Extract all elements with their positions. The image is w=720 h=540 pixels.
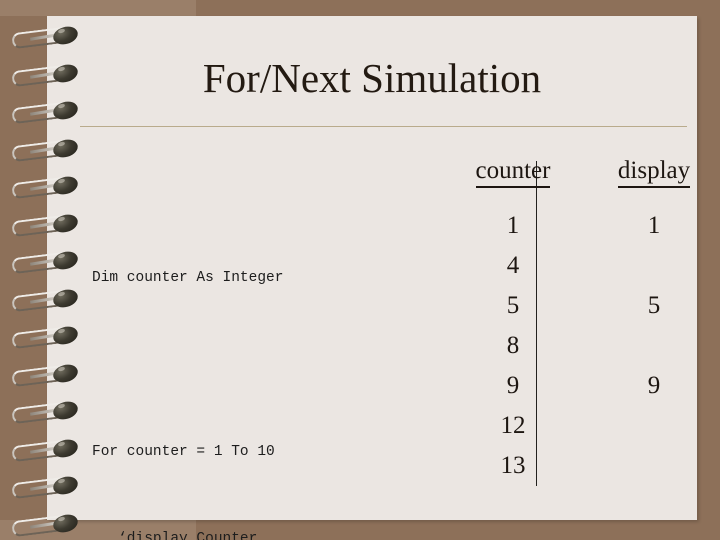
column-display: display 1 5 9: [589, 156, 719, 399]
column-display-cells: 1 5 9: [589, 206, 719, 486]
table-cell: [589, 326, 719, 366]
table-cell: 1: [506, 212, 520, 239]
spiral-binding-ring: [0, 472, 110, 502]
spiral-binding-ring: [0, 360, 110, 390]
table-cell: 8: [506, 332, 520, 359]
table-cell: 1: [647, 212, 661, 239]
spiral-binding-ring: [0, 97, 110, 127]
spiral-binding-ring: [0, 397, 110, 427]
code-line: ‘display Counter: [92, 531, 258, 540]
table-cell: 12: [500, 412, 526, 439]
code-line: For counter = 1 To 10: [92, 444, 275, 460]
table-cell: 4: [506, 252, 520, 279]
slide-canvas: For/Next Simulation Dim counter As Integ…: [0, 0, 720, 540]
spiral-binding-ring: [0, 210, 110, 240]
simulation-table: counter 1 4 5 8 9 12 13 display 1 5 9: [397, 156, 697, 496]
page-title: For/Next Simulation: [202, 55, 542, 101]
table-cell: 13: [500, 452, 526, 479]
code-block: Dim counter As Integer For counter = 1 T…: [92, 206, 422, 540]
spiral-binding-ring: [0, 435, 110, 465]
table-cell: 9: [506, 372, 520, 399]
column-counter-cells: 1 4 5 8 9 12 13: [448, 206, 578, 486]
spiral-binding-ring: [0, 247, 110, 277]
spiral-binding-ring: [0, 60, 110, 90]
spiral-binding-ring: [0, 135, 110, 165]
spiral-binding-ring: [0, 172, 110, 202]
code-line: Dim counter As Integer: [92, 270, 284, 286]
table-cell: [589, 406, 719, 446]
table-cell: 5: [506, 292, 520, 319]
spiral-binding-ring: [0, 285, 110, 315]
title-divider-rule: [80, 126, 687, 127]
table-cell: [589, 446, 719, 486]
notebook-page: For/Next Simulation Dim counter As Integ…: [47, 16, 697, 540]
table-cell: 9: [647, 372, 661, 399]
spiral-binding: [0, 0, 110, 540]
spiral-binding-ring: [0, 510, 110, 540]
column-header-counter: counter: [475, 156, 551, 188]
spiral-binding-ring: [0, 322, 110, 352]
column-header-display: display: [617, 156, 691, 188]
table-cell: [589, 246, 719, 286]
table-cell: 5: [647, 292, 661, 319]
column-counter: counter 1 4 5 8 9 12 13: [448, 156, 578, 479]
spiral-binding-ring: [0, 22, 110, 52]
